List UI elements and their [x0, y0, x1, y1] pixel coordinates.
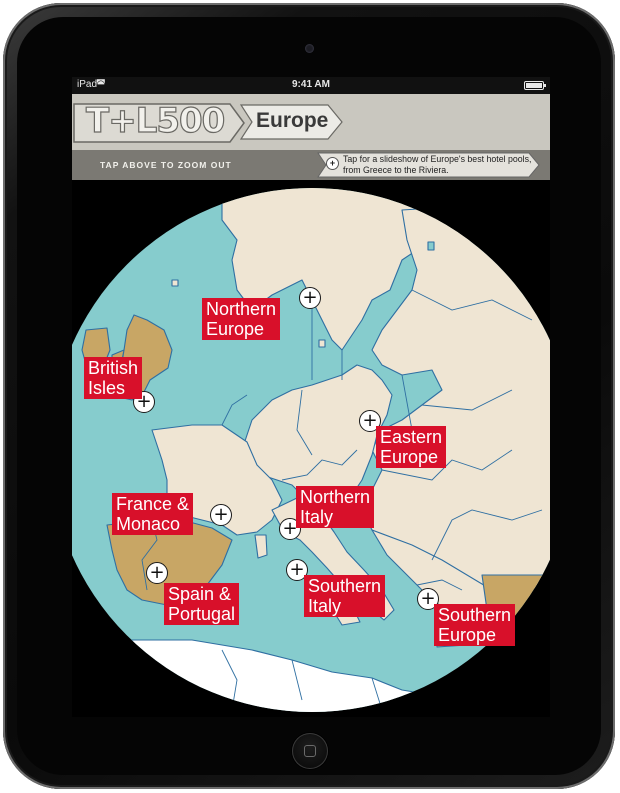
label-southern-europe[interactable]: Southern Europe [434, 604, 516, 646]
label-british-isles[interactable]: British Isles [84, 357, 143, 399]
lake-1 [427, 241, 435, 251]
breadcrumb-europe[interactable]: Europe [256, 109, 328, 133]
europe-map[interactable]: + Northern Europe + British Isles + Easter… [72, 180, 550, 717]
pin-northern-europe[interactable]: + [299, 287, 321, 309]
iceland-land [171, 279, 179, 287]
label-northern-europe[interactable]: Northern Europe [202, 298, 281, 340]
label-france-monaco[interactable]: France & Monaco [112, 493, 194, 535]
status-bar: iPad ◚ 9:41 AM [72, 77, 550, 94]
zoom-out-label[interactable]: TAP ABOVE TO ZOOM OUT [100, 160, 232, 170]
sub-bar: TAP ABOVE TO ZOOM OUT + Tap for a slides… [72, 150, 550, 180]
label-northern-italy[interactable]: Northern Italy [296, 486, 375, 528]
home-square-icon [304, 745, 316, 757]
plus-icon[interactable]: + [326, 157, 339, 170]
ipad-device: iPad ◚ 9:41 AM T+L500 Europe TAP ABOVE T… [0, 0, 620, 793]
app-screen: iPad ◚ 9:41 AM T+L500 Europe TAP ABOVE T… [72, 77, 550, 717]
slideshow-button-text[interactable]: Tap for a slideshow of Europe's best hot… [343, 154, 533, 176]
label-eastern-europe[interactable]: Eastern Europe [376, 426, 447, 468]
tl500-logo[interactable]: T+L500 [85, 101, 226, 140]
home-button[interactable] [292, 733, 328, 769]
label-southern-italy[interactable]: Southern Italy [304, 575, 386, 617]
camera-icon [305, 44, 314, 53]
pin-spain-portugal[interactable]: + [146, 562, 168, 584]
baltic-isle [318, 339, 326, 348]
lake-2 [491, 229, 501, 247]
label-spain-portugal[interactable]: Spain & Portugal [164, 583, 240, 625]
battery-icon [524, 81, 546, 90]
status-time: 9:41 AM [292, 79, 330, 90]
pin-france-monaco[interactable]: + [210, 504, 232, 526]
header-bar[interactable]: T+L500 Europe [72, 94, 550, 150]
